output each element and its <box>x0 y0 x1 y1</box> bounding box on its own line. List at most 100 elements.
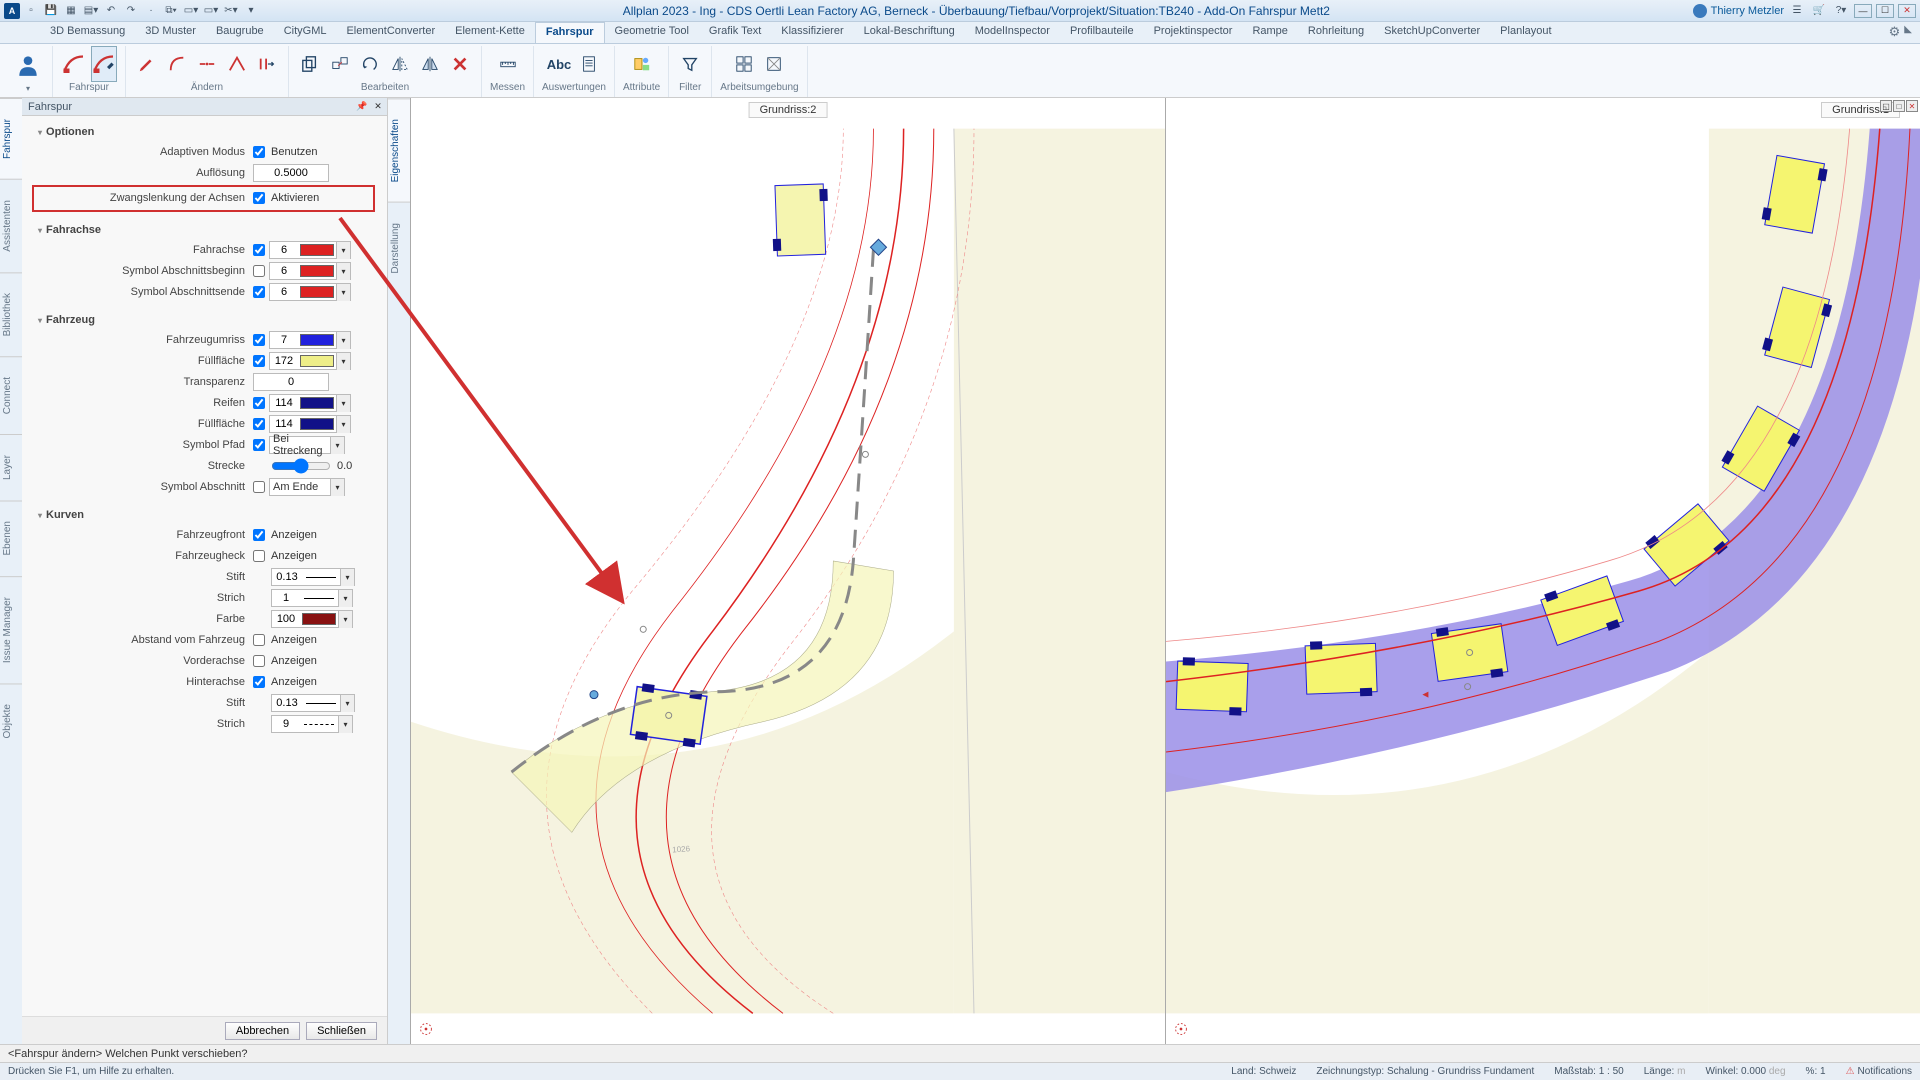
sidebar-tab-ebenen[interactable]: Ebenen <box>0 500 22 575</box>
abstand-checkbox[interactable] <box>253 634 265 646</box>
fuell-combo[interactable]: ▾ <box>269 352 351 370</box>
tab-profilbauteile[interactable]: Profilbauteile <box>1060 22 1144 43</box>
qat-layers-icon[interactable]: ▭▾ <box>202 3 220 19</box>
tab-rohrleitung[interactable]: Rohrleitung <box>1298 22 1374 43</box>
strich-combo[interactable]: ▾ <box>271 589 353 607</box>
strecke-slider[interactable] <box>271 458 331 474</box>
edit-verbinden-icon[interactable] <box>224 46 250 82</box>
workspace-icon[interactable] <box>731 46 757 82</box>
close-window-button[interactable]: ✕ <box>1898 4 1916 18</box>
land-value[interactable]: Schweiz <box>1259 1066 1296 1077</box>
sidebar-tab-connect[interactable]: Connect <box>0 356 22 434</box>
tab-3d-bemassung[interactable]: 3D Bemassung <box>40 22 135 43</box>
edit-parallel-icon[interactable] <box>254 46 280 82</box>
abschnitt-checkbox[interactable] <box>253 481 265 493</box>
farbe-val[interactable] <box>272 613 300 625</box>
vorderachse-checkbox[interactable] <box>253 655 265 667</box>
sidebar-tab-darstellung[interactable]: Darstellung <box>388 202 410 294</box>
aufloesung-input[interactable] <box>253 164 329 182</box>
pfad-checkbox[interactable] <box>253 439 265 451</box>
fahrspur-edit-icon[interactable] <box>91 46 117 82</box>
abbrechen-button[interactable]: Abbrechen <box>225 1022 300 1040</box>
fuell-checkbox[interactable] <box>253 355 265 367</box>
symb-end-checkbox[interactable] <box>253 286 265 298</box>
qat-save-icon[interactable]: 💾 <box>42 3 60 19</box>
delete-icon[interactable] <box>447 46 473 82</box>
tab-rampe[interactable]: Rampe <box>1242 22 1297 43</box>
edit-getrennte-icon[interactable] <box>194 46 220 82</box>
zwangslenkung-checkbox[interactable] <box>253 192 265 204</box>
mass-value[interactable]: 1 : 50 <box>1599 1066 1624 1077</box>
notifications-label[interactable]: Notifications <box>1858 1066 1912 1077</box>
close-panel-icon[interactable]: ✕ <box>371 100 385 114</box>
tab-fahrspur[interactable]: Fahrspur <box>535 22 605 43</box>
reifen-num[interactable] <box>270 397 298 409</box>
move-icon[interactable] <box>327 46 353 82</box>
cart-icon[interactable]: 🛒 <box>1810 3 1828 19</box>
section-kurven[interactable]: Kurven <box>38 505 375 525</box>
text-label-icon[interactable]: Abc <box>546 46 572 82</box>
maximize-button[interactable]: ☐ <box>1876 4 1894 18</box>
copy-icon[interactable] <box>297 46 323 82</box>
view-grundriss-2[interactable]: Grundriss:2 <box>410 98 1165 1044</box>
section-fahrzeug[interactable]: Fahrzeug <box>38 310 375 330</box>
user-avatar-icon[interactable] <box>1693 4 1707 18</box>
qat-grid-icon[interactable]: ▦ <box>62 3 80 19</box>
qat-export-icon[interactable]: ▤▾ <box>82 3 100 19</box>
section-fahrachse[interactable]: Fahrachse <box>38 220 375 240</box>
tab-lokal-beschriftung[interactable]: Lokal-Beschriftung <box>854 22 965 43</box>
sidebar-tab-layer[interactable]: Layer <box>0 434 22 500</box>
pct-value[interactable]: 1 <box>1820 1066 1826 1077</box>
fuell2-checkbox[interactable] <box>253 418 265 430</box>
rotation-origin-icon-right[interactable] <box>1172 1020 1190 1038</box>
sidebar-tab-objekte[interactable]: Objekte <box>0 683 22 758</box>
symb-end-combo[interactable]: ▾ <box>269 283 351 301</box>
collapse-ribbon-icon[interactable]: ◣ <box>1904 24 1912 40</box>
fahrachse-num[interactable] <box>270 244 298 256</box>
view-close-icon[interactable]: ✕ <box>1906 100 1918 112</box>
schliessen-button[interactable]: Schließen <box>306 1022 377 1040</box>
tab-modelinspector[interactable]: ModelInspector <box>965 22 1060 43</box>
tab-sketchupconverter[interactable]: SketchUpConverter <box>1374 22 1490 43</box>
filter-icon[interactable] <box>677 46 703 82</box>
sidebar-tab-fahrspur[interactable]: Fahrspur <box>0 98 22 179</box>
sidebar-tab-eigenschaften[interactable]: Eigenschaften <box>388 98 410 202</box>
winkel-value[interactable]: 0.000 <box>1741 1066 1766 1077</box>
edit-arc-icon[interactable] <box>164 46 190 82</box>
stift2-combo[interactable]: ▾ <box>271 694 355 712</box>
reifen-checkbox[interactable] <box>253 397 265 409</box>
front-checkbox[interactable] <box>253 529 265 541</box>
umriss-checkbox[interactable] <box>253 334 265 346</box>
fuell2-num[interactable] <box>270 418 298 430</box>
tab-3d-muster[interactable]: 3D Muster <box>135 22 206 43</box>
stift-combo[interactable]: ▾ <box>271 568 355 586</box>
fuell2-combo[interactable]: ▾ <box>269 415 351 433</box>
tab-geometrie-tool[interactable]: Geometrie Tool <box>605 22 699 43</box>
qat-paste-icon[interactable]: ▭▾ <box>182 3 200 19</box>
abschnitt-combo[interactable]: Am Ende▾ <box>269 478 345 496</box>
mirror-copy-icon[interactable] <box>417 46 443 82</box>
view-max-icon[interactable]: □ <box>1893 100 1905 112</box>
mirror-icon[interactable] <box>387 46 413 82</box>
farbe-combo[interactable]: ▾ <box>271 610 353 628</box>
tab-grafik-text[interactable]: Grafik Text <box>699 22 771 43</box>
view-label-left[interactable]: Grundriss:2 <box>749 102 828 118</box>
panel-body[interactable]: Optionen Adaptiven Modus Benutzen Auflös… <box>22 116 387 1016</box>
symb-beg-combo[interactable]: ▾ <box>269 262 351 280</box>
fahrspur-new-icon[interactable] <box>61 46 87 82</box>
rotate-icon[interactable] <box>357 46 383 82</box>
view-grundriss-1[interactable]: Grundriss:1 ◱ □ ✕ <box>1165 98 1920 1044</box>
viewport[interactable]: Grundriss:2 <box>410 98 1920 1044</box>
qat-new-icon[interactable]: ▫ <box>22 3 40 19</box>
tab-element-kette[interactable]: Element-Kette <box>445 22 535 43</box>
qat-tools-icon[interactable]: ✂▾ <box>222 3 240 19</box>
edit-pencil-icon[interactable] <box>134 46 160 82</box>
attribute-icon[interactable] <box>629 46 655 82</box>
list-icon[interactable]: ☰ <box>1788 3 1806 19</box>
symb-beg-num[interactable] <box>270 265 298 277</box>
strich-val[interactable] <box>272 592 300 604</box>
qat-redo-icon[interactable]: ↷ <box>122 3 140 19</box>
umriss-num[interactable] <box>270 334 298 346</box>
command-line[interactable]: <Fahrspur ändern> Welchen Punkt verschie… <box>0 1044 1920 1062</box>
tab-elementconverter[interactable]: ElementConverter <box>336 22 445 43</box>
